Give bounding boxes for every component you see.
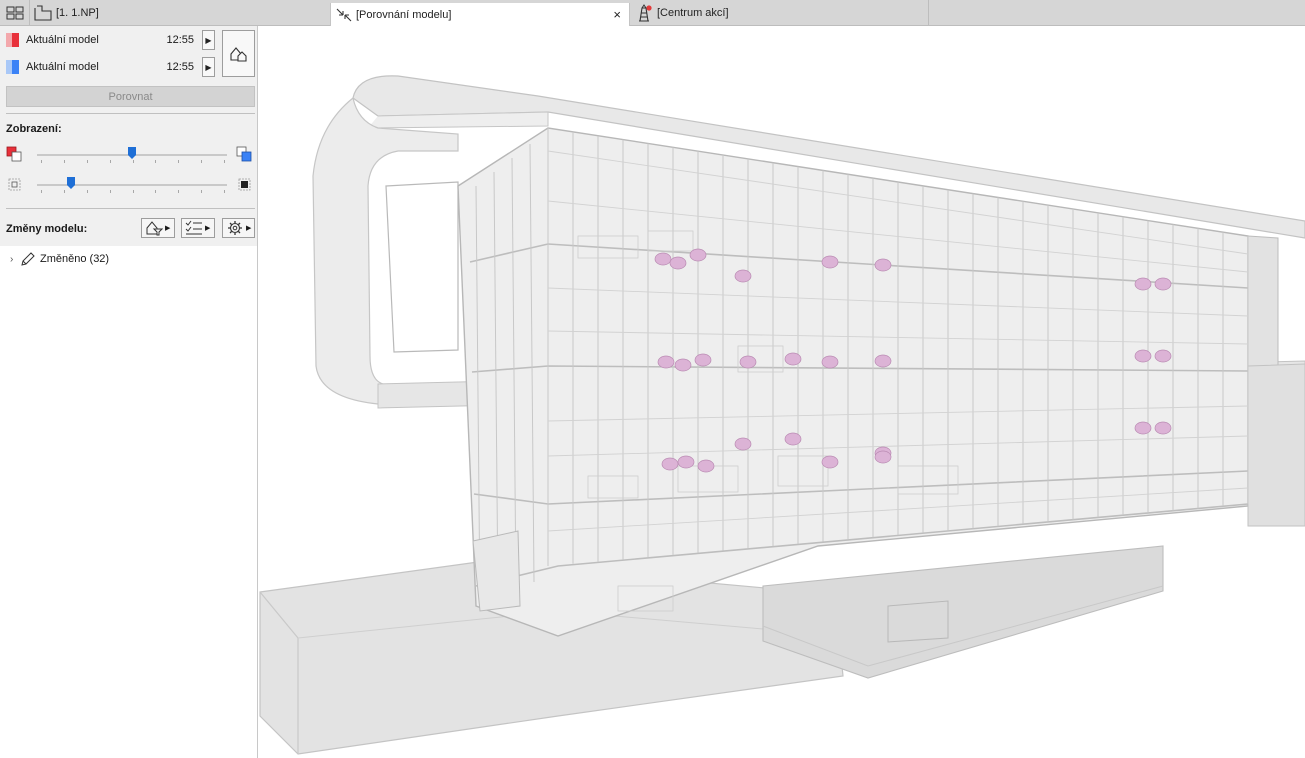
changed-element[interactable] xyxy=(677,455,695,469)
close-icon[interactable]: × xyxy=(613,7,621,22)
old-model-name: Aktuální model xyxy=(26,34,99,46)
compare-button[interactable]: Porovnat xyxy=(6,86,255,107)
color-mix-slider-ticks xyxy=(41,160,225,163)
building-model-render[interactable] xyxy=(258,26,1305,758)
changed-element[interactable] xyxy=(689,248,707,262)
swap-models-icon xyxy=(229,46,247,62)
floor-plan-icon xyxy=(34,5,52,21)
changed-element[interactable] xyxy=(1154,349,1172,363)
filter-button[interactable]: ▶ xyxy=(141,218,175,238)
tree-item-changed[interactable]: › Změněno (32) xyxy=(10,250,109,268)
new-model-color-swatch xyxy=(6,60,19,74)
changed-element[interactable] xyxy=(1154,421,1172,435)
tab-bar: [1. 1.NP] [Porovnání modelu] × [Centrum … xyxy=(0,0,1305,26)
chevron-right-icon[interactable]: › xyxy=(10,254,20,265)
triangle-right-icon: ▶ xyxy=(246,225,252,232)
changed-element[interactable] xyxy=(1154,277,1172,291)
tab-action-center[interactable]: [Centrum akcí] xyxy=(631,0,929,26)
triangle-right-icon: ▶ xyxy=(205,225,211,232)
changed-element[interactable] xyxy=(657,355,675,369)
transparency-slider-track[interactable] xyxy=(37,184,227,186)
changed-element[interactable] xyxy=(821,355,839,369)
model-row-old[interactable]: Aktuální model 12:55 xyxy=(6,29,216,51)
blue-model-icon[interactable] xyxy=(236,146,252,162)
new-model-menu-button[interactable]: ▶ xyxy=(202,57,215,77)
changed-element[interactable] xyxy=(784,352,802,366)
old-model-time: 12:55 xyxy=(166,34,194,46)
changed-element[interactable] xyxy=(674,358,692,372)
color-mix-slider-row xyxy=(6,146,255,164)
changed-element[interactable] xyxy=(784,432,802,446)
checklist-button[interactable]: ▶ xyxy=(181,218,215,238)
changed-element[interactable] xyxy=(874,450,892,464)
changed-element[interactable] xyxy=(694,353,712,367)
changed-element[interactable] xyxy=(1134,421,1152,435)
divider xyxy=(6,113,255,114)
gear-icon xyxy=(228,221,242,235)
changed-element[interactable] xyxy=(697,459,715,473)
tree-item-label: Změněno (32) xyxy=(40,253,110,265)
transparent-box-icon[interactable] xyxy=(8,178,21,191)
transparency-slider-ticks xyxy=(41,190,225,193)
changed-element[interactable] xyxy=(669,256,687,270)
settings-button[interactable]: ▶ xyxy=(222,218,255,238)
red-model-icon[interactable] xyxy=(6,146,22,162)
changed-element[interactable] xyxy=(1134,277,1152,291)
swap-models-button[interactable] xyxy=(222,30,255,77)
old-model-color-swatch xyxy=(6,33,19,47)
old-model-menu-button[interactable]: ▶ xyxy=(202,30,215,50)
tab-model-compare[interactable]: [Porovnání modelu] × xyxy=(330,3,630,26)
changed-element[interactable] xyxy=(654,252,672,266)
transparency-slider-row xyxy=(6,176,255,194)
color-mix-slider-thumb[interactable] xyxy=(128,147,136,159)
changed-element[interactable] xyxy=(821,255,839,269)
tab-floor-label: [1. 1.NP] xyxy=(56,7,99,19)
triangle-right-icon: ▶ xyxy=(205,62,212,72)
new-model-time: 12:55 xyxy=(166,61,194,73)
changed-element[interactable] xyxy=(734,269,752,283)
transparency-slider-thumb[interactable] xyxy=(67,177,76,189)
changed-element[interactable] xyxy=(739,355,757,369)
changed-element[interactable] xyxy=(1134,349,1152,363)
checklist-icon xyxy=(185,220,202,235)
tab-floor-plan[interactable]: [1. 1.NP] xyxy=(30,0,330,26)
new-model-name: Aktuální model xyxy=(26,61,99,73)
changed-element[interactable] xyxy=(661,457,679,471)
layout-grid-icon xyxy=(6,6,23,20)
triangle-right-icon: ▶ xyxy=(165,225,171,232)
pencil-icon xyxy=(21,252,35,266)
changed-element[interactable] xyxy=(874,354,892,368)
tab-action-label: [Centrum akcí] xyxy=(657,7,729,19)
model-compare-panel: Aktuální model 12:55 ▶ Aktuální model 12… xyxy=(0,26,258,758)
model-changes-label: Změny modelu: xyxy=(6,223,88,235)
model-3d-viewport[interactable] xyxy=(258,26,1305,758)
display-section-label: Zobrazení: xyxy=(6,123,62,135)
divider xyxy=(6,208,255,209)
model-row-new[interactable]: Aktuální model 12:55 xyxy=(6,56,216,78)
compare-icon xyxy=(336,8,352,21)
tab-layout-grid[interactable] xyxy=(0,0,30,26)
filter-icon xyxy=(146,221,163,236)
model-changes-toolbar: Změny modelu: ▶ ▶ ▶ xyxy=(6,216,255,240)
tab-compare-label: [Porovnání modelu] xyxy=(356,8,452,21)
changed-element[interactable] xyxy=(734,437,752,451)
changes-tree: › Změněno (32) xyxy=(0,246,257,758)
action-center-icon xyxy=(639,4,652,22)
changed-element[interactable] xyxy=(874,258,892,272)
triangle-right-icon: ▶ xyxy=(205,35,212,45)
opaque-box-icon[interactable] xyxy=(238,178,251,191)
changed-element[interactable] xyxy=(821,455,839,469)
